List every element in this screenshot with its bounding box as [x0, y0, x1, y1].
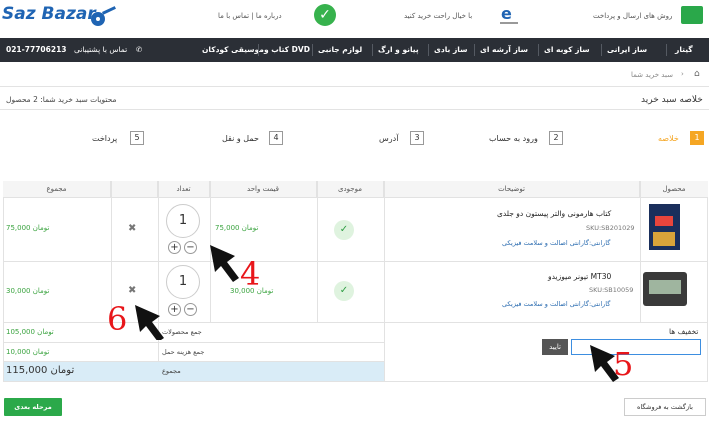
support-label[interactable]: تماس با پشتیبانی [74, 38, 127, 62]
col-remove [111, 181, 158, 197]
col-quantity: تعداد [158, 181, 210, 197]
annotation-number-4: 4 [240, 255, 261, 293]
step-1-label: خلاصه [658, 134, 679, 143]
col-product: محصول [640, 181, 708, 197]
nav-item-kids[interactable]: موسیقی کودکان [202, 38, 264, 62]
step-5-box: 5 [130, 131, 144, 145]
annotation-number-5: 5 [613, 345, 634, 383]
product-image-book[interactable] [649, 204, 680, 250]
col-description: توضیحات [384, 181, 640, 197]
trust-text: با خیال راحت خرید کنید [404, 12, 473, 20]
quantity-increase-button[interactable]: + [168, 241, 181, 254]
step-4-box: 4 [269, 131, 283, 145]
top-bar: Saz Bazar ✓ درباره ما | تماس با ما e با … [0, 0, 709, 36]
shipping-total-label: جمع هزینه حمل [162, 348, 205, 356]
breadcrumb-sep-icon: › [681, 70, 684, 78]
available-check-icon: ✓ [334, 220, 354, 240]
products-total-value: 105,000 تومان [6, 328, 54, 336]
remove-item-button[interactable]: ✖ [128, 223, 136, 234]
product-warranty: گارانتی:گارانتی اصالت و سلامت فیزیکی [502, 239, 611, 247]
step-3-label: آدرس [379, 134, 399, 143]
step-1-box: 1 [690, 131, 704, 145]
discount-label: تخفیف ها [669, 327, 699, 336]
nav-item-books[interactable]: کتاب و DVD [264, 38, 310, 62]
product-sku: SKU:SB10059 [589, 286, 634, 294]
quantity-input[interactable]: 1 [166, 265, 200, 299]
col-unit-price: قیمت واحد [210, 181, 317, 197]
support-phone[interactable]: 021-77706213 [6, 38, 67, 62]
nav-item-piano[interactable]: پیانو و ارگ [378, 38, 419, 62]
next-step-label: مرحله بعدی [14, 403, 52, 411]
home-icon[interactable]: ⌂ [694, 69, 700, 79]
annotation-number-6: 6 [107, 300, 128, 338]
nav-item-wind[interactable]: ساز بادی [434, 38, 467, 62]
nav-item-accessories[interactable]: لوازم جانبی [318, 38, 362, 62]
quantity-decrease-button[interactable]: − [184, 303, 197, 316]
truck-icon [681, 6, 703, 24]
guitar-icon [91, 6, 116, 26]
step-3-box: 3 [410, 131, 424, 145]
product-name[interactable]: کتاب هارمونی والتر پیستون دو جلدی [497, 209, 611, 218]
col-total: مجموع [3, 181, 111, 197]
product-name[interactable]: تیونر میوزیدو MT30 [548, 272, 611, 281]
step-2-label: ورود به حساب [489, 134, 538, 143]
discount-apply-button[interactable]: تایید [542, 339, 568, 355]
shipping-total-value: 10,000 تومان [6, 348, 50, 356]
nav-item-bowed[interactable]: ساز آرشه ای [480, 38, 528, 62]
available-check-icon: ✓ [334, 281, 354, 301]
step-4-label: حمل و نقل [222, 134, 259, 143]
whatsapp-icon: ✆ [136, 45, 143, 54]
check-icon: ✓ [314, 4, 336, 26]
enamad-icon: e [498, 3, 520, 27]
back-to-shop-button[interactable]: بازگشت به فروشگاه [624, 398, 706, 416]
nav-item-iranian[interactable]: ساز ایرانی [607, 38, 647, 62]
row-total: 30,000 تومان [6, 287, 50, 295]
about-contact-link[interactable]: درباره ما | تماس با ما [218, 12, 282, 20]
grand-total-value: 115,000 تومان [6, 365, 75, 376]
cart-count: محتویات سبد خرید شما: 2 محصول [6, 95, 117, 104]
main-nav: 021-77706213 تماس با پشتیبانی ✆ موسیقی ک… [0, 38, 709, 62]
step-5-label: پرداخت [92, 134, 118, 143]
quantity-decrease-button[interactable]: − [184, 241, 197, 254]
product-warranty: گارانتی:گارانتی اصالت و سلامت فیزیکی [502, 300, 611, 308]
next-step-button[interactable]: مرحله بعدی [4, 398, 62, 416]
breadcrumb-current: سبد خرید شما [631, 71, 673, 79]
shipping-link[interactable]: روش های ارسال و پرداخت [593, 12, 672, 20]
logo-text: Saz Bazar [2, 4, 96, 24]
unit-price: 75,000 تومان [215, 224, 259, 232]
remove-item-button[interactable]: ✖ [128, 285, 136, 296]
grand-total-label: مجموع [162, 367, 181, 375]
step-2-box: 2 [549, 131, 563, 145]
annotation-arrow-6 [135, 305, 164, 340]
nav-item-guitar[interactable]: گیتار [675, 38, 693, 62]
svg-text:e: e [501, 4, 512, 23]
row-total: 75,000 تومان [6, 224, 50, 232]
product-sku: SKU:SB201029 [586, 224, 635, 232]
page-title: خلاصه سبد خرید [641, 95, 703, 105]
logo[interactable]: Saz Bazar [2, 4, 96, 24]
back-to-shop-label: بازگشت به فروشگاه [637, 403, 693, 411]
quantity-input[interactable]: 1 [166, 204, 200, 238]
col-availability: موجودی [317, 181, 384, 197]
product-image-tuner[interactable] [643, 272, 687, 306]
nav-item-percussion[interactable]: ساز کوبه ای [544, 38, 590, 62]
